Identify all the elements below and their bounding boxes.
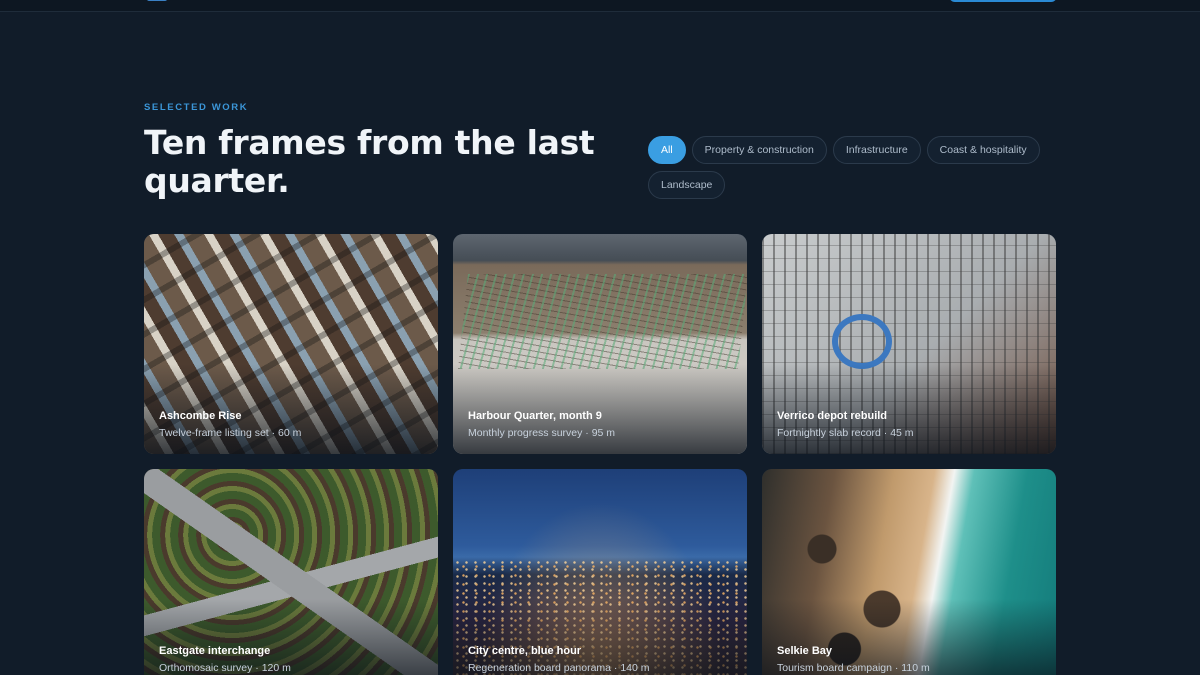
section-headline: Ten frames from the last quarter. bbox=[144, 123, 595, 200]
photo-overlay bbox=[453, 364, 747, 454]
menu-icon[interactable] bbox=[147, 0, 167, 1]
project-subtitle: Regeneration board panorama · 140 m bbox=[468, 662, 650, 674]
project-title: Selkie Bay bbox=[777, 645, 833, 657]
filter-all[interactable]: All bbox=[648, 136, 686, 164]
project-title: Ashcombe Rise bbox=[159, 410, 242, 422]
nav-cta-button[interactable] bbox=[949, 0, 1057, 2]
project-title: Verrico depot rebuild bbox=[777, 410, 888, 422]
project-title: City centre, blue hour bbox=[468, 645, 582, 657]
filter-chips: All Property & construction Infrastructu… bbox=[648, 136, 1068, 199]
project-title: Eastgate interchange bbox=[159, 645, 271, 657]
photo-overlay bbox=[762, 364, 1056, 454]
top-nav bbox=[0, 0, 1200, 12]
project-card-city-centre[interactable]: City centre, blue hour Regeneration boar… bbox=[453, 469, 747, 675]
project-subtitle: Fortnightly slab record · 45 m bbox=[777, 427, 914, 439]
project-title: Harbour Quarter, month 9 bbox=[468, 410, 602, 422]
project-subtitle: Orthomosaic survey · 120 m bbox=[159, 662, 291, 674]
filter-landscape[interactable]: Landscape bbox=[648, 171, 726, 199]
project-subtitle: Monthly progress survey · 95 m bbox=[468, 427, 616, 439]
project-card-eastgate-interchange[interactable]: Eastgate interchange Orthomosaic survey … bbox=[144, 469, 438, 675]
project-card-harbour-quarter[interactable]: Harbour Quarter, month 9 Monthly progres… bbox=[453, 234, 747, 454]
section-eyebrow: SELECTED WORK bbox=[144, 102, 249, 113]
project-card-verrico-depot[interactable]: Verrico depot rebuild Fortnightly slab r… bbox=[762, 234, 1056, 454]
project-grid: Ashcombe Rise Twelve-frame listing set ·… bbox=[144, 234, 1056, 675]
project-card-ashcombe-rise[interactable]: Ashcombe Rise Twelve-frame listing set ·… bbox=[144, 234, 438, 454]
project-card-selkie-bay[interactable]: Selkie Bay Tourism board campaign · 110 … bbox=[762, 469, 1056, 675]
filter-property-construction[interactable]: Property & construction bbox=[691, 136, 827, 164]
filter-coast-hospitality[interactable]: Coast & hospitality bbox=[926, 136, 1040, 164]
project-subtitle: Tourism board campaign · 110 m bbox=[777, 662, 930, 674]
photo-overlay bbox=[144, 364, 438, 454]
project-subtitle: Twelve-frame listing set · 60 m bbox=[159, 427, 302, 439]
filter-infrastructure[interactable]: Infrastructure bbox=[832, 136, 921, 164]
